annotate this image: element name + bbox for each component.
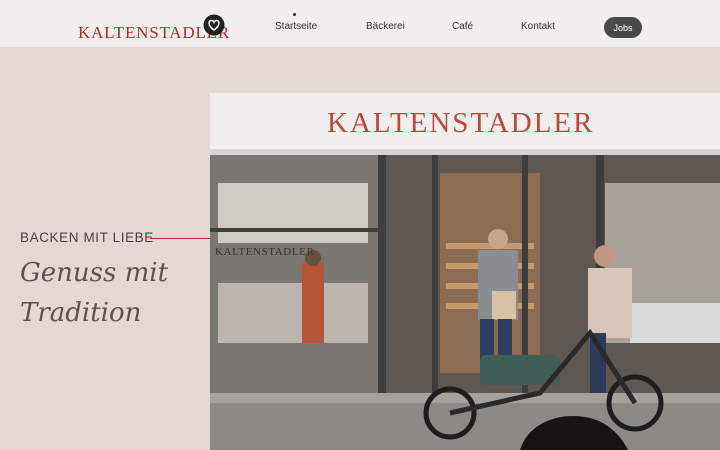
window-sign: KALTENSTADLER [215,246,315,258]
active-nav-indicator [293,13,296,16]
storefront-sign: KALTENSTADLER [327,107,595,139]
hero-headline-line-1: Genuss mit [20,258,169,288]
hero-headline-line-2: Tradition [20,298,142,328]
storefront-illustration [210,93,720,450]
storefront-photo: KALTENSTADLER KALTENSTADLER [210,93,720,450]
nav-baeckerei[interactable]: Bäckerei [366,21,405,32]
jobs-button[interactable]: Jobs [604,17,642,38]
site-header: KALTENSTADLER Startseite Bäckerei Café K… [0,0,720,47]
hero-eyebrow: BACKEN MIT LIEBE [20,230,154,245]
nav-cafe[interactable]: Café [452,21,473,32]
eyebrow-divider-line [150,238,214,239]
heart-badge-icon[interactable] [203,14,225,36]
nav-kontakt[interactable]: Kontakt [521,21,555,32]
nav-startseite[interactable]: Startseite [275,21,317,32]
